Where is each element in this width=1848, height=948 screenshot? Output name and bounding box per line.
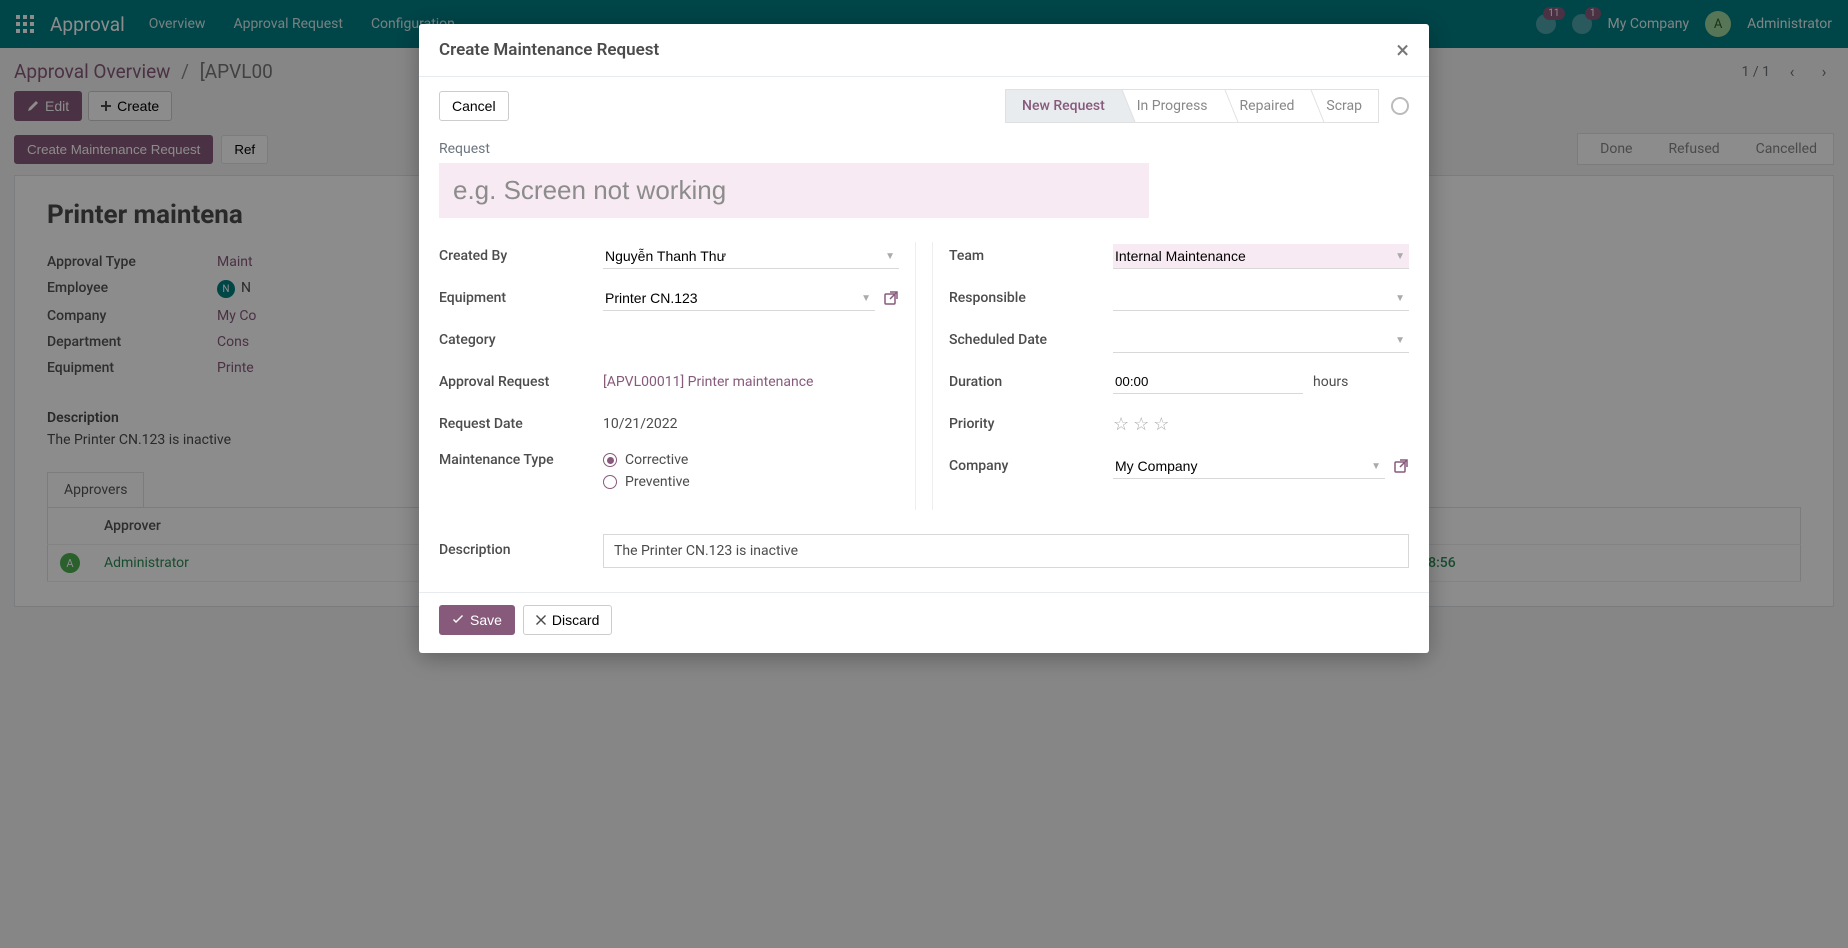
close-icon[interactable]: × bbox=[1396, 38, 1409, 62]
kanban-state-toggle[interactable] bbox=[1391, 97, 1409, 115]
radio-on-icon bbox=[603, 453, 617, 467]
external-link-icon[interactable] bbox=[883, 290, 899, 306]
label-responsible: Responsible bbox=[949, 290, 1113, 306]
company-input[interactable] bbox=[1113, 454, 1385, 479]
step-in-progress[interactable]: In Progress bbox=[1121, 89, 1224, 123]
duration-unit: hours bbox=[1313, 374, 1348, 390]
save-button[interactable]: Save bbox=[439, 605, 515, 635]
external-link-icon[interactable] bbox=[1393, 458, 1409, 474]
label-equipment-m: Equipment bbox=[439, 290, 603, 306]
priority-stars[interactable]: ☆☆☆ bbox=[1113, 414, 1169, 435]
star-icon[interactable]: ☆ bbox=[1113, 414, 1129, 435]
modal: Create Maintenance Request × Cancel New … bbox=[419, 24, 1429, 653]
label-maintenance-type: Maintenance Type bbox=[439, 452, 603, 468]
request-date-value: 10/21/2022 bbox=[603, 416, 678, 432]
team-input[interactable] bbox=[1113, 244, 1409, 269]
description-input[interactable]: The Printer CN.123 is inactive bbox=[603, 534, 1409, 568]
radio-corrective[interactable]: Corrective bbox=[603, 452, 690, 468]
modal-overlay: Create Maintenance Request × Cancel New … bbox=[0, 0, 1848, 948]
kanban-status-steps: New Request In Progress Repaired Scrap bbox=[1005, 89, 1379, 123]
step-new-request[interactable]: New Request bbox=[1005, 89, 1121, 123]
label-description-m: Description bbox=[439, 534, 587, 568]
label-scheduled-date: Scheduled Date bbox=[949, 332, 1113, 348]
label-company-m: Company bbox=[949, 458, 1113, 474]
radio-preventive[interactable]: Preventive bbox=[603, 474, 690, 490]
times-icon bbox=[536, 615, 546, 625]
label-category: Category bbox=[439, 332, 603, 348]
radio-off-icon bbox=[603, 475, 617, 489]
equipment-input[interactable] bbox=[603, 286, 875, 311]
label-created-by: Created By bbox=[439, 248, 603, 264]
modal-title: Create Maintenance Request bbox=[439, 40, 659, 60]
scheduled-date-input[interactable] bbox=[1113, 328, 1409, 353]
request-input[interactable] bbox=[439, 163, 1149, 218]
label-priority: Priority bbox=[949, 416, 1113, 432]
label-approval-request-m: Approval Request bbox=[439, 374, 603, 390]
star-icon[interactable]: ☆ bbox=[1153, 414, 1169, 435]
approval-request-link[interactable]: [APVL00011] Printer maintenance bbox=[603, 374, 813, 390]
check-icon bbox=[452, 614, 464, 626]
label-team: Team bbox=[949, 248, 1113, 264]
label-duration: Duration bbox=[949, 374, 1113, 390]
star-icon[interactable]: ☆ bbox=[1133, 414, 1149, 435]
cancel-button[interactable]: Cancel bbox=[439, 91, 509, 121]
created-by-input[interactable] bbox=[603, 244, 899, 269]
request-label: Request bbox=[439, 141, 1409, 157]
responsible-input[interactable] bbox=[1113, 286, 1409, 311]
duration-input[interactable] bbox=[1113, 370, 1303, 394]
discard-button[interactable]: Discard bbox=[523, 605, 612, 635]
label-request-date: Request Date bbox=[439, 416, 603, 432]
